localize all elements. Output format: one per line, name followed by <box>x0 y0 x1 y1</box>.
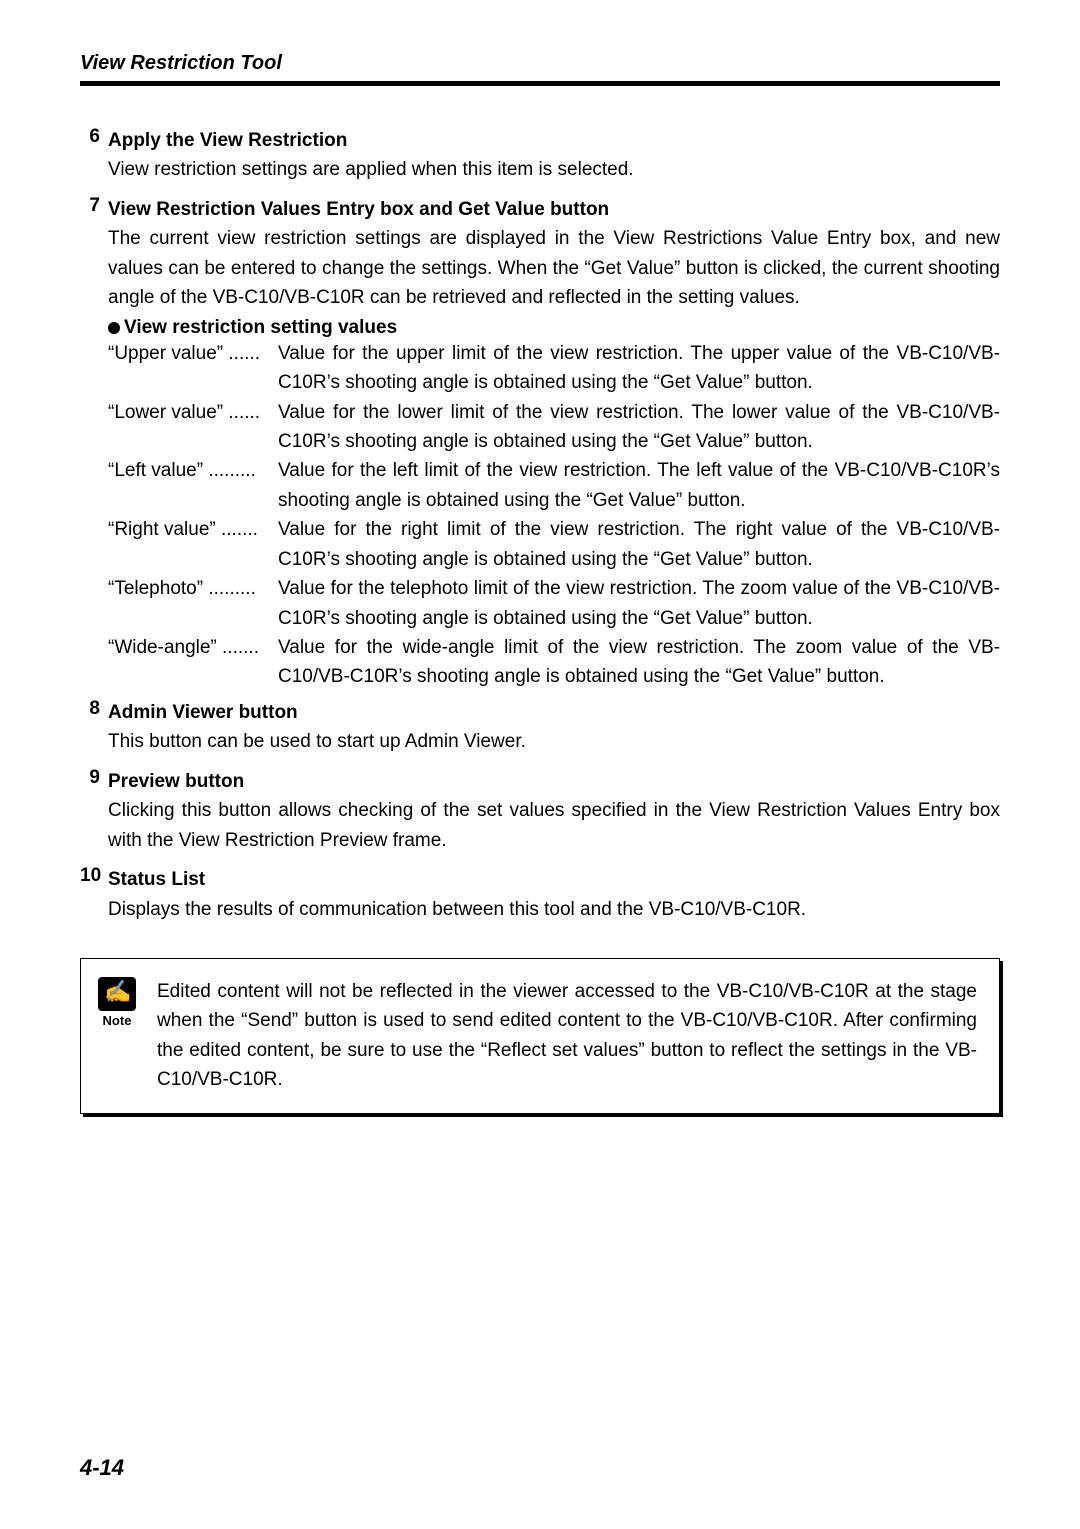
item-title: Status List <box>108 869 205 890</box>
header-divider <box>80 81 1000 86</box>
definition-row: “Left value” .........Value for the left… <box>108 456 1000 515</box>
definition-term: “Telephoto” ......... <box>108 574 278 633</box>
item-body: Preview button Clicking this button allow… <box>108 767 1000 855</box>
item-title: Admin Viewer button <box>108 702 298 723</box>
item-title: View Restriction Values Entry box and Ge… <box>108 199 609 220</box>
definition-desc: Value for the upper limit of the view re… <box>278 339 1000 398</box>
item-text: View restriction settings are applied wh… <box>108 155 1000 184</box>
bullet-dot-icon <box>108 322 120 334</box>
definition-desc: Value for the wide-angle limit of the vi… <box>278 633 1000 692</box>
item-number: 7 <box>80 195 108 313</box>
definition-row: “Telephoto” .........Value for the telep… <box>108 574 1000 633</box>
item-number: 8 <box>80 698 108 757</box>
definition-term: “Right value” ....... <box>108 515 278 574</box>
list-item: 9Preview button Clicking this button allo… <box>80 767 1000 855</box>
item-body: Apply the View Restriction View restricti… <box>108 126 1000 185</box>
item-body: Admin Viewer button This button can be us… <box>108 698 1000 757</box>
item-text: The current view restriction settings ar… <box>108 224 1000 312</box>
item-number: 6 <box>80 126 108 185</box>
definition-list: “Upper value” ......Value for the upper … <box>108 339 1000 692</box>
note-box: Note Edited content will not be reflecte… <box>80 958 1000 1114</box>
definition-row: “Upper value” ......Value for the upper … <box>108 339 1000 398</box>
definition-term: “Lower value” ...... <box>108 398 278 457</box>
definition-row: “Wide-angle” .......Value for the wide-a… <box>108 633 1000 692</box>
note-icon-wrap: Note <box>95 977 139 1095</box>
item-number: 10 <box>80 865 108 924</box>
item-text: Displays the results of communication be… <box>108 895 1000 924</box>
note-label: Note <box>103 1013 132 1028</box>
definition-desc: Value for the telephoto limit of the vie… <box>278 574 1000 633</box>
item-text: This button can be used to start up Admi… <box>108 727 1000 756</box>
definition-row: “Lower value” ......Value for the lower … <box>108 398 1000 457</box>
list-item: 8Admin Viewer button This button can be u… <box>80 698 1000 757</box>
note-icon <box>98 977 136 1011</box>
page-number: 4-14 <box>80 1455 124 1481</box>
item-body: Status List Displays the results of commu… <box>108 865 1000 924</box>
definition-desc: Value for the left limit of the view res… <box>278 456 1000 515</box>
definition-desc: Value for the lower limit of the view re… <box>278 398 1000 457</box>
item-title: Apply the View Restriction <box>108 130 347 151</box>
item-title: Preview button <box>108 771 244 792</box>
item-number: 9 <box>80 767 108 855</box>
list-item: 10Status List Displays the results of com… <box>80 865 1000 924</box>
list-item: 7View Restriction Values Entry box and G… <box>80 195 1000 313</box>
definition-term: “Upper value” ...... <box>108 339 278 398</box>
page-header-title: View Restriction Tool <box>80 52 1000 75</box>
definition-row: “Right value” .......Value for the right… <box>108 515 1000 574</box>
definition-term: “Left value” ......... <box>108 456 278 515</box>
item-text: Clicking this button allows checking of … <box>108 796 1000 855</box>
bullet-heading-text: View restriction setting values <box>124 317 397 339</box>
definition-term: “Wide-angle” ....... <box>108 633 278 692</box>
definition-desc: Value for the right limit of the view re… <box>278 515 1000 574</box>
item-list: 6Apply the View Restriction View restrict… <box>80 126 1000 934</box>
list-item: 6Apply the View Restriction View restrict… <box>80 126 1000 185</box>
note-text: Edited content will not be reflected in … <box>157 977 977 1095</box>
bullet-heading: View restriction setting values <box>108 317 1000 339</box>
item-body: View Restriction Values Entry box and Ge… <box>108 195 1000 313</box>
